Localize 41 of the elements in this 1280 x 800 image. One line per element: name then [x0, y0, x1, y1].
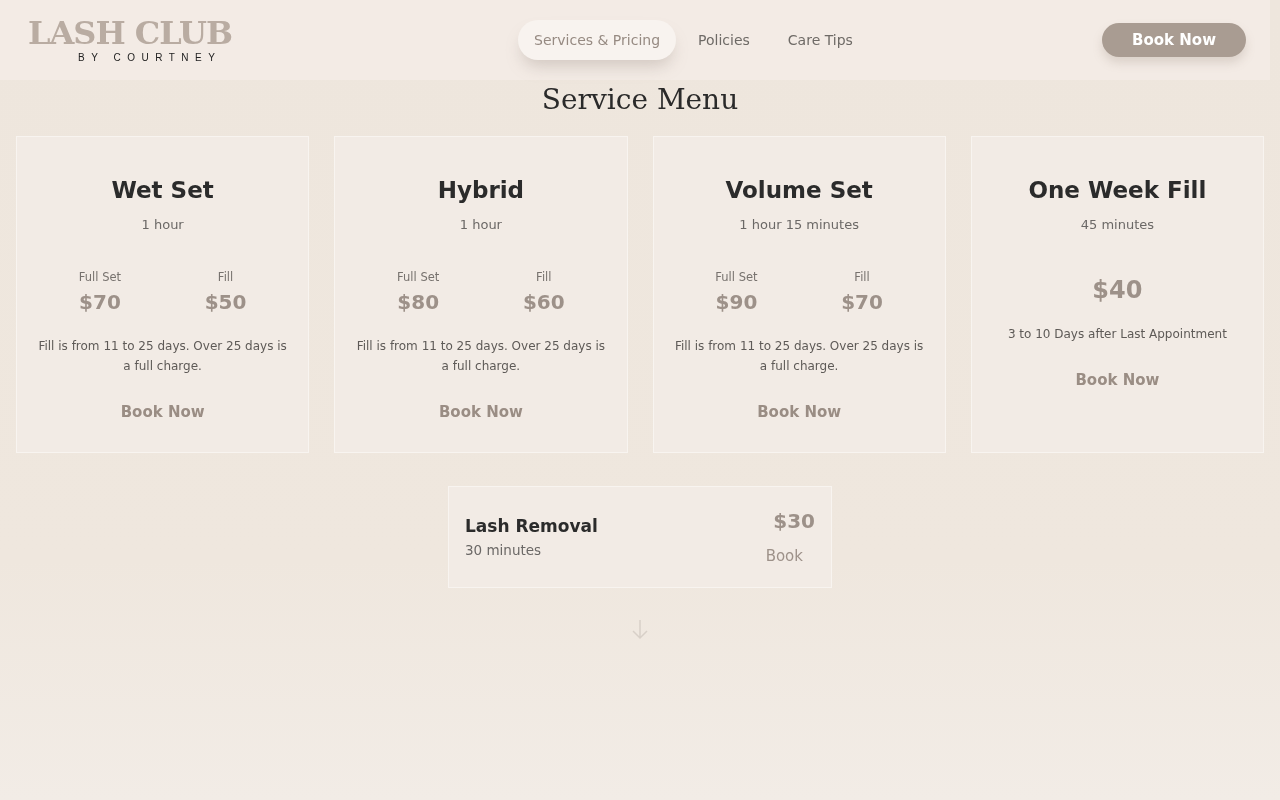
- book-now-button[interactable]: Book Now: [1069, 370, 1166, 390]
- service-name: Lash Removal: [465, 516, 598, 536]
- price: $40: [1092, 276, 1143, 304]
- price-label: Full Set: [78, 270, 122, 284]
- service-duration: 45 minutes: [1080, 217, 1154, 232]
- service-note: Fill is from 11 to 25 days. Over 25 days is a full charge.: [37, 338, 288, 375]
- service-note: 3 to 10 Days after Last Appointment: [1007, 326, 1227, 343]
- price-label: Fill: [854, 270, 870, 284]
- service-duration: 1 hour: [459, 217, 502, 232]
- price: $50: [204, 290, 247, 314]
- nav-tab[interactable]: Policies: [682, 20, 766, 60]
- price: $70: [79, 290, 121, 314]
- section-heading: Service Menu: [541, 86, 739, 114]
- service-duration: 1 hour: [141, 217, 184, 232]
- price: $70: [841, 290, 883, 314]
- price: $90: [715, 290, 758, 314]
- nav-tab[interactable]: Services & Pricing: [518, 20, 677, 60]
- service-duration: 30 minutes: [465, 542, 542, 558]
- price-label: Fill: [217, 270, 234, 284]
- price-label: Fill: [536, 270, 552, 284]
- price-label: Full Set: [715, 270, 758, 284]
- book-now-button[interactable]: Book Now: [432, 402, 529, 422]
- service-note: Fill is from 11 to 25 days. Over 25 days is a full charge.: [673, 338, 925, 375]
- nav-tab[interactable]: Care Tips: [771, 20, 869, 60]
- service-name: Volume Set: [725, 177, 873, 203]
- service-duration: 1 hour 15 minutes: [739, 217, 859, 232]
- service-name: One Week Fill: [1028, 177, 1207, 203]
- service-note: Fill is from 11 to 25 days. Over 25 days is a full charge.: [355, 338, 607, 375]
- service-name: Wet Set: [111, 177, 214, 203]
- book-button[interactable]: Book: [765, 547, 815, 565]
- logo-title: LASH CLUB: [28, 17, 232, 49]
- scroll-down-arrow-icon[interactable]: [630, 618, 650, 640]
- book-now-button[interactable]: Book Now: [1102, 23, 1246, 57]
- price: $80: [397, 290, 440, 314]
- price: $30: [773, 509, 815, 533]
- book-now-button[interactable]: Book Now: [751, 402, 848, 422]
- price: $60: [522, 290, 565, 314]
- price-label: Full Set: [397, 270, 440, 284]
- logo-subtitle: BY COURTNEY: [78, 52, 222, 63]
- service-name: Hybrid: [437, 177, 525, 203]
- book-now-button[interactable]: Book Now: [114, 402, 211, 422]
